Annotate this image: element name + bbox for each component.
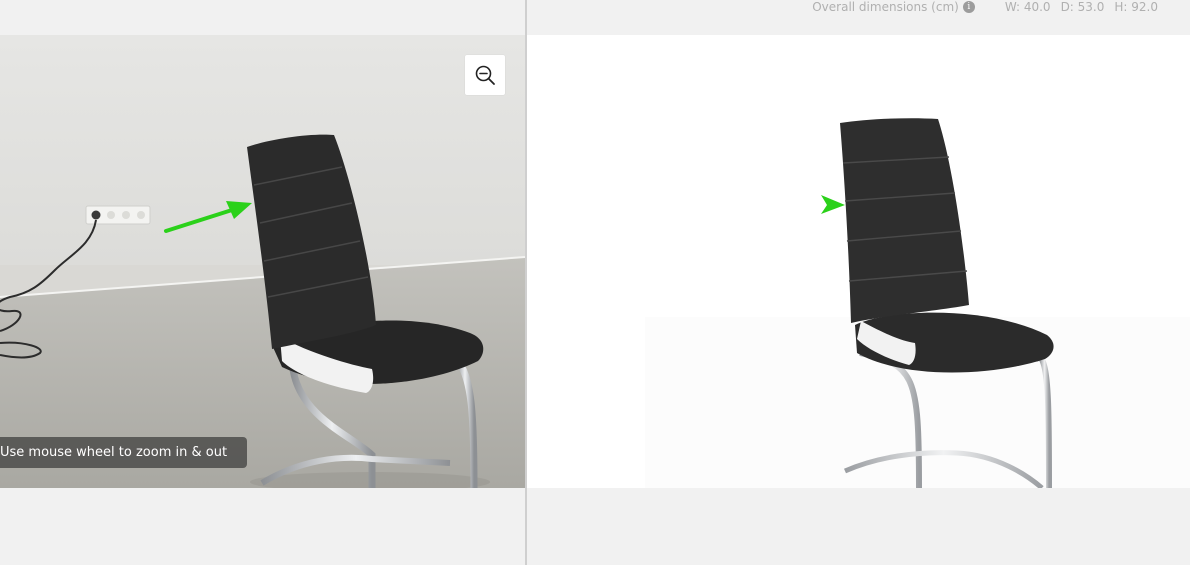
photo-scene [0,35,525,488]
zoom-hint: Use mouse wheel to zoom in & out [0,437,248,468]
photo-pane: Use mouse wheel to zoom in & out [0,0,526,565]
zoom-out-icon [475,65,495,85]
dimension-depth: D: 53.0 [1060,0,1105,14]
dimension-height: H: 92.0 [1114,0,1158,14]
dimensions-bar: Overall dimensions (cm) i W: 40.0 D: 53.… [527,0,1190,35]
green-arrow-icon [821,195,845,214]
render-pane: Overall dimensions (cm) i W: 40.0 D: 53.… [527,0,1190,565]
render-scene [645,118,1190,488]
product-photo[interactable]: Use mouse wheel to zoom in & out [0,35,525,488]
info-icon[interactable]: i [962,1,975,13]
render-chair-backrest [840,118,969,323]
product-render[interactable] [527,35,1190,488]
dimensions-row: Overall dimensions (cm) i W: 40.0 D: 53.… [812,0,1158,14]
zoom-out-button[interactable] [465,55,505,95]
left-header-strip [0,0,526,35]
dimension-width: W: 40.0 [1004,0,1051,14]
dimensions-label: Overall dimensions (cm) [812,0,959,14]
